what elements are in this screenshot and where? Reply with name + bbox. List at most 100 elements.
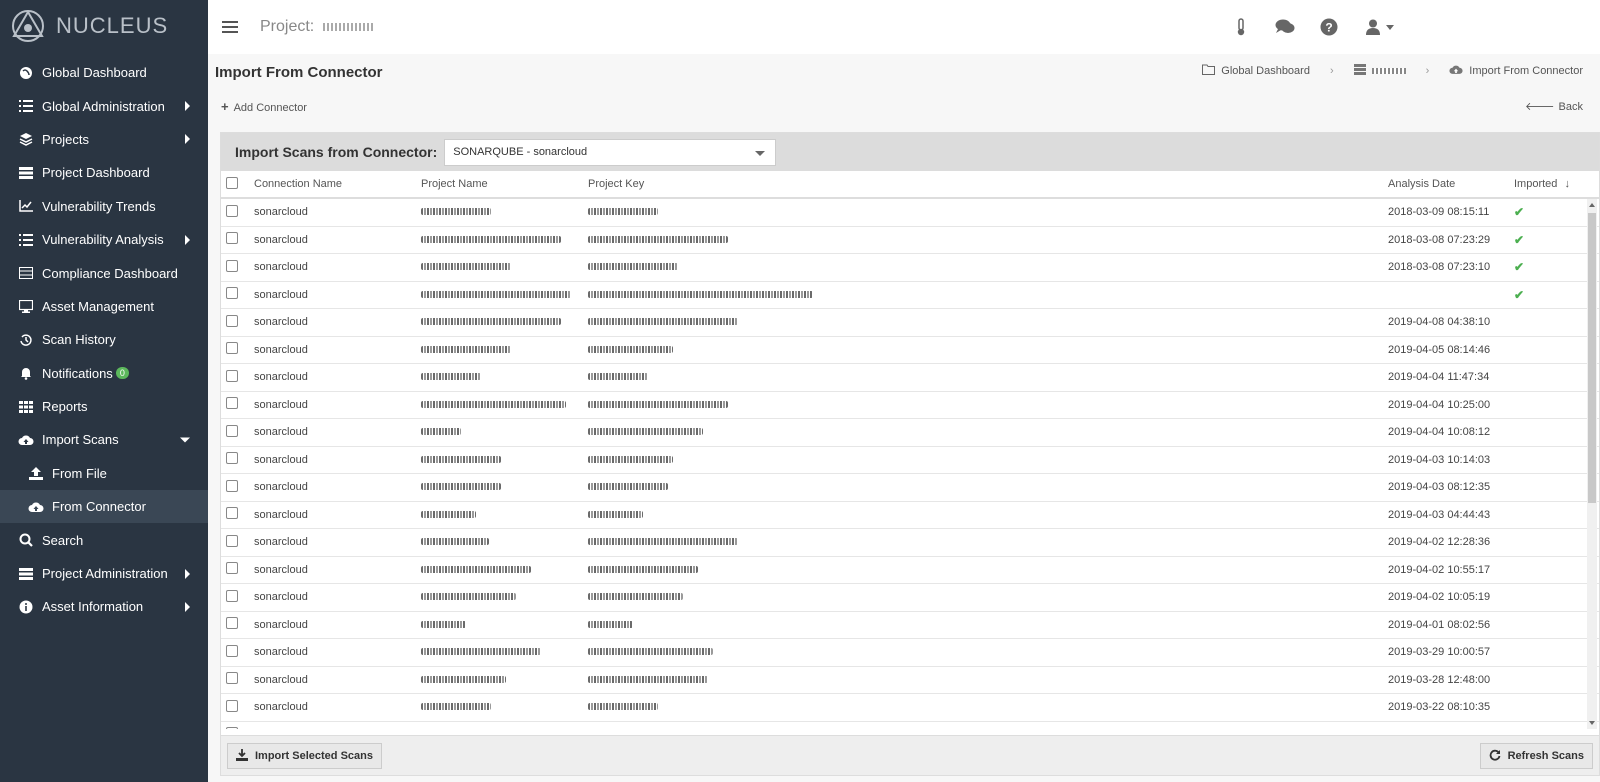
scrollbar-thumb[interactable] (1588, 213, 1596, 503)
redacted-project-name (421, 345, 511, 353)
table-row[interactable]: sonarcloud 2019-04-01 08:02:56 (221, 612, 1599, 639)
redacted-project-key (588, 593, 683, 601)
back-button[interactable]: 🡐 Back (1525, 99, 1583, 113)
sidebar-item-from-connector[interactable]: From Connector (0, 490, 208, 524)
select-all-checkbox[interactable] (226, 176, 238, 189)
sidebar-item-from-file[interactable]: From File (0, 457, 208, 490)
scroll-up-icon[interactable] (1589, 203, 1595, 207)
table-row[interactable]: sonarcloud 2018-03-09 08:15:11 ✔ (221, 199, 1599, 227)
row-checkbox[interactable] (226, 617, 238, 630)
sidebar-item-vulnerability-trends[interactable]: Vulnerability Trends (0, 190, 208, 223)
sidebar-item-asset-management[interactable]: Asset Management (0, 290, 208, 323)
cell-project-key (588, 674, 1388, 686)
chat-icon[interactable] (1274, 17, 1296, 37)
table-row[interactable]: sonarcloud 2019-03-22 08:10:35 (221, 694, 1599, 722)
row-checkbox[interactable] (226, 424, 238, 437)
sidebar-item-compliance-dashboard[interactable]: Compliance Dashboard (0, 256, 208, 289)
row-checkbox[interactable] (226, 534, 238, 547)
row-checkbox[interactable] (226, 562, 238, 575)
sidebar-item-project-administration[interactable]: Project Administration (0, 557, 208, 590)
search-icon (18, 532, 34, 548)
sidebar-item-notifications[interactable]: Notifications 0 (0, 357, 208, 390)
cell-project-name (421, 564, 588, 576)
redacted-project-key (588, 510, 643, 518)
sidebar-item-global-dashboard[interactable]: Global Dashboard (0, 56, 208, 89)
table-row[interactable]: sonarcloud 2018-03-08 07:23:10 ✔ (221, 254, 1599, 282)
help-icon[interactable]: ? (1318, 17, 1340, 37)
history-icon (18, 332, 34, 348)
breadcrumb-home-link[interactable]: Global Dashboard (1221, 65, 1310, 77)
row-checkbox[interactable] (226, 232, 238, 245)
row-checkbox[interactable] (226, 259, 238, 272)
table-row[interactable]: sonarcloud 2019-04-08 04:38:10 (221, 309, 1599, 337)
sidebar-item-reports[interactable]: Reports (0, 390, 208, 423)
table-row[interactable]: sonarcloud 2019-04-03 10:14:03 (221, 447, 1599, 474)
sidebar-item-label: Vulnerability Analysis (42, 232, 164, 248)
col-project-name[interactable]: Project Name (421, 178, 588, 190)
table-row[interactable]: sonarcloud 2019-04-02 12:28:36 (221, 529, 1599, 557)
refresh-scans-button[interactable]: Refresh Scans (1479, 743, 1593, 769)
topbar-actions: ? (1230, 17, 1398, 37)
table-row[interactable]: sonarcloud 2019-04-04 10:08:12 (221, 419, 1599, 447)
row-checkbox[interactable] (226, 672, 238, 685)
row-checkbox[interactable] (226, 452, 238, 465)
table-row[interactable]: sonarcloud 2019-03-28 12:48:00 (221, 667, 1599, 694)
import-selected-scans-button[interactable]: Import Selected Scans (227, 743, 382, 769)
redacted-project-name (421, 703, 491, 711)
row-checkbox[interactable] (226, 342, 238, 355)
connector-select[interactable]: SONARQUBE - sonarcloud (444, 138, 777, 166)
menu-toggle-icon[interactable] (222, 18, 238, 36)
row-checkbox[interactable] (226, 699, 238, 712)
row-checkbox[interactable] (226, 369, 238, 382)
sidebar-item-project-dashboard[interactable]: Project Dashboard (0, 156, 208, 189)
table-row[interactable]: sonarcloud 2019-04-04 10:25:00 (221, 392, 1599, 419)
table-row[interactable]: sonarcloud 2019-04-03 04:44:43 (221, 502, 1599, 529)
col-imported[interactable]: Imported ↓ (1514, 178, 1574, 190)
cell-analysis-date: 2019-04-04 10:08:12 (1388, 426, 1491, 439)
redacted-project-key (588, 428, 703, 436)
table-row[interactable]: sonarcloud 2019-04-02 10:55:17 (221, 557, 1599, 584)
redacted-project-link[interactable] (1371, 68, 1406, 74)
sidebar-item-asset-information[interactable]: Asset Information (0, 590, 208, 623)
cell-connection-name: sonarcloud (254, 563, 308, 576)
row-checkbox[interactable] (226, 287, 238, 300)
scrollbar[interactable] (1587, 199, 1597, 729)
row-checkbox[interactable] (226, 589, 238, 602)
table-row[interactable]: sonarcloud 2019-04-03 08:12:35 (221, 474, 1599, 502)
row-checkbox[interactable] (226, 314, 238, 327)
cell-connection-name: sonarcloud (254, 288, 308, 301)
col-connection-name[interactable]: Connection Name (254, 178, 421, 190)
sidebar-item-label: Asset Information (42, 599, 144, 615)
list-icon (18, 232, 34, 248)
add-connector-button[interactable]: + Add Connector (221, 99, 307, 114)
table-row[interactable]: sonarcloud 2018-03-08 07:23:29 ✔ (221, 227, 1599, 254)
cell-connection-name: sonarcloud (254, 508, 308, 521)
sidebar-item-search[interactable]: Search (0, 523, 208, 556)
col-analysis-date[interactable]: Analysis Date (1388, 178, 1508, 190)
cell-connection-name: sonarcloud (254, 371, 308, 384)
thermometer-icon[interactable] (1230, 17, 1252, 37)
row-checkbox[interactable] (226, 507, 238, 520)
table-row[interactable]: sonarcloud 2019-03-29 10:00:57 (221, 639, 1599, 667)
user-menu-icon[interactable] (1362, 17, 1398, 37)
row-checkbox[interactable] (226, 397, 238, 410)
sidebar-item-import-scans[interactable]: Import Scans (0, 423, 208, 456)
table-row[interactable]: sonarcloud 2019-04-02 10:05:19 (221, 584, 1599, 612)
table-row[interactable]: sonarcloud 2019-04-04 11:47:34 (221, 364, 1599, 392)
cell-connection-name: sonarcloud (254, 316, 308, 329)
row-checkbox[interactable] (226, 727, 238, 729)
sidebar-item-projects[interactable]: Projects (0, 123, 208, 156)
scroll-down-icon[interactable] (1589, 721, 1595, 725)
row-checkbox[interactable] (226, 479, 238, 492)
sidebar-item-scan-history[interactable]: Scan History (0, 323, 208, 356)
sidebar-item-global-administration[interactable]: Global Administration (0, 89, 208, 122)
table-row[interactable]: sonarcloud2019-03-21 10:24:43 (221, 722, 1599, 729)
row-checkbox[interactable] (226, 644, 238, 657)
table-row[interactable]: sonarcloud ✔ (221, 282, 1599, 309)
table-row[interactable]: sonarcloud 2019-04-05 08:14:46 (221, 337, 1599, 364)
app-logo[interactable]: NUCLEUS (0, 0, 208, 52)
col-project-key[interactable]: Project Key (588, 178, 1388, 190)
cell-project-name (421, 454, 588, 466)
sidebar-item-vulnerability-analysis[interactable]: Vulnerability Analysis (0, 223, 208, 256)
row-checkbox[interactable] (226, 204, 238, 217)
